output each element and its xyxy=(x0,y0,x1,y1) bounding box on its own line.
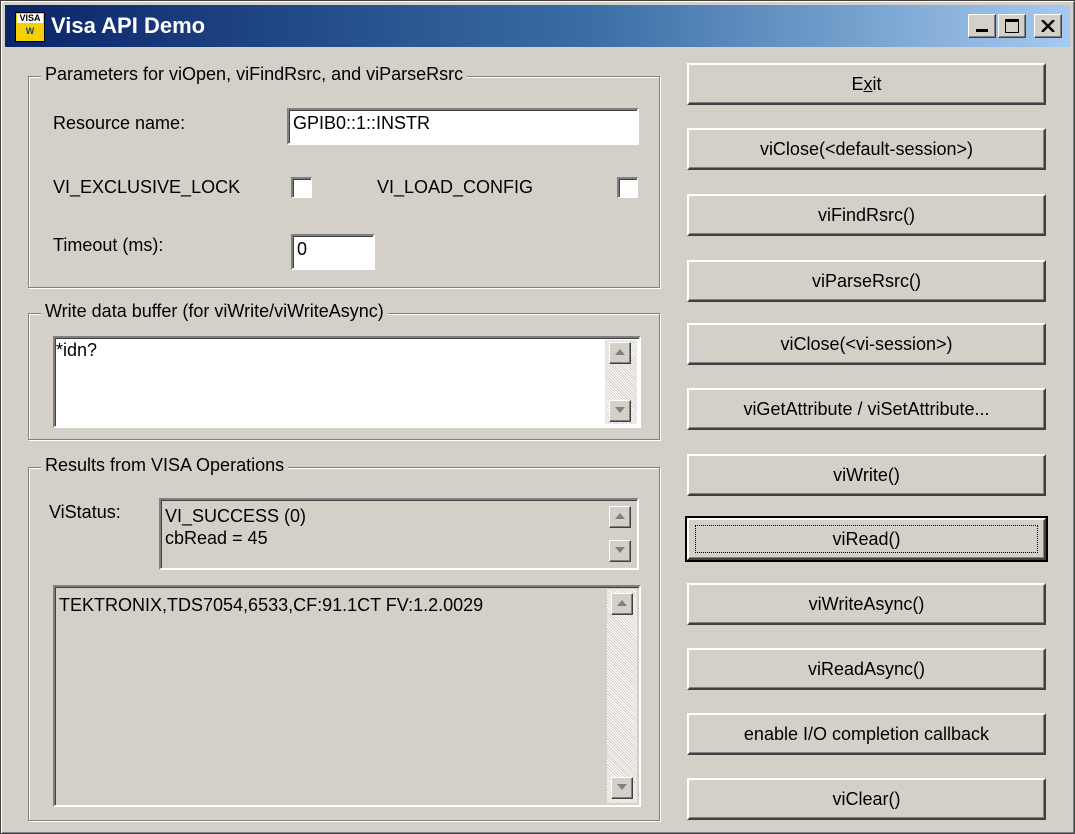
window-title: Visa API Demo xyxy=(51,13,206,38)
timeout-input[interactable]: 0 xyxy=(291,234,375,270)
results-group: Results from VISA Operations ViStatus: V… xyxy=(28,455,660,821)
minimize-icon[interactable] xyxy=(968,14,996,38)
parameters-group-legend: Parameters for viOpen, viFindRsrc, and v… xyxy=(41,64,468,85)
vigetattribute-visetattribute-button[interactable]: viGetAttribute / viSetAttribute... xyxy=(687,388,1046,430)
viparsersrc-button[interactable]: viParseRsrc() xyxy=(687,260,1046,302)
visa-app-icon: VISA W xyxy=(15,12,45,42)
viclose-default-session-button[interactable]: viClose(<default-session>) xyxy=(687,128,1046,170)
scroll-down-arrow-icon[interactable] xyxy=(609,540,631,562)
scroll-up-arrow-icon[interactable] xyxy=(609,506,631,528)
read-buffer-output[interactable]: TEKTRONIX,TDS7054,6533,CF:91.1CT FV:1.2.… xyxy=(53,585,641,807)
write-buffer-scrollbar[interactable] xyxy=(605,340,637,424)
maximize-icon[interactable] xyxy=(998,14,1026,38)
exclusive-lock-label: VI_EXCLUSIVE_LOCK xyxy=(53,177,241,197)
scroll-up-arrow-icon[interactable] xyxy=(609,342,631,364)
visa-api-demo-window: VISA W Visa API Demo Parameters for viOp… xyxy=(0,0,1075,834)
exclusive-lock-checkbox[interactable] xyxy=(291,177,312,198)
write-buffer-group-legend: Write data buffer (for viWrite/viWriteAs… xyxy=(41,301,388,322)
scroll-down-arrow-icon[interactable] xyxy=(611,777,633,799)
title-bar[interactable]: VISA W Visa API Demo xyxy=(5,5,1070,47)
resource-name-label: Resource name: xyxy=(53,113,186,133)
parameters-group: Parameters for viOpen, viFindRsrc, and v… xyxy=(28,64,660,288)
write-buffer-textarea[interactable]: *idn? xyxy=(53,336,641,428)
viwriteasync-button[interactable]: viWriteAsync() xyxy=(687,583,1046,625)
vireadasync-button[interactable]: viReadAsync() xyxy=(687,648,1046,690)
focus-rectangle xyxy=(695,525,1038,553)
timeout-label: Timeout (ms): xyxy=(53,235,164,255)
viclose-vi-session-button[interactable]: viClose(<vi-session>) xyxy=(687,323,1046,365)
exit-button[interactable]: Exit xyxy=(687,63,1046,105)
viwrite-button[interactable]: viWrite() xyxy=(687,454,1046,496)
viclear-button[interactable]: viClear() xyxy=(687,778,1046,820)
scroll-down-arrow-icon[interactable] xyxy=(609,400,631,422)
write-buffer-group: Write data buffer (for viWrite/viWriteAs… xyxy=(28,301,660,440)
scroll-up-arrow-icon[interactable] xyxy=(611,593,633,615)
results-group-legend: Results from VISA Operations xyxy=(41,455,289,476)
close-icon[interactable] xyxy=(1034,14,1062,38)
resource-name-input[interactable]: GPIB0::1::INSTR xyxy=(287,108,639,145)
load-config-checkbox[interactable] xyxy=(617,177,638,198)
viread-button[interactable]: viRead() xyxy=(685,516,1048,562)
read-buffer-scrollbar[interactable] xyxy=(607,589,637,803)
load-config-label: VI_LOAD_CONFIG xyxy=(377,177,534,197)
vistatus-label: ViStatus: xyxy=(49,502,121,522)
enable-io-completion-callback-button[interactable]: enable I/O completion callback xyxy=(687,713,1046,755)
vistatus-scrollbar[interactable] xyxy=(605,502,635,566)
vistatus-output[interactable]: VI_SUCCESS (0) cbRead = 45 xyxy=(159,498,639,570)
vifindrsrc-button[interactable]: viFindRsrc() xyxy=(687,194,1046,236)
